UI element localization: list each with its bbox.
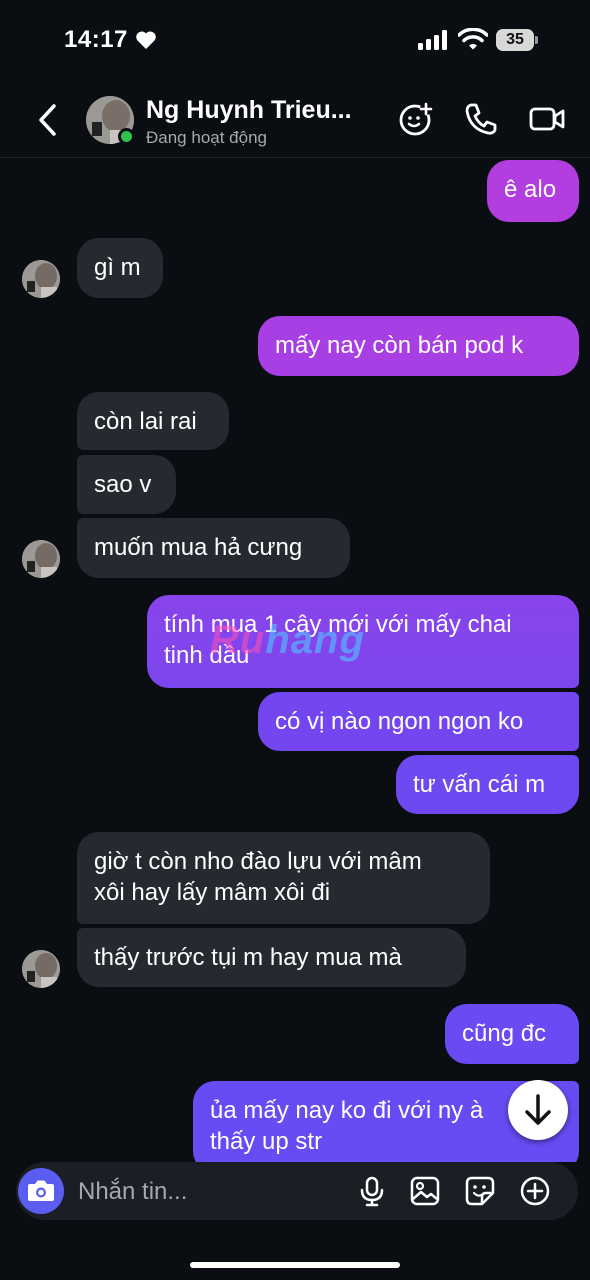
contact-status: Đang hoạt động bbox=[146, 128, 267, 147]
cellular-signal-icon bbox=[418, 30, 447, 50]
sent-message[interactable]: tư vấn cái m bbox=[396, 755, 579, 814]
camera-button[interactable] bbox=[18, 1168, 64, 1214]
watermark-part-2: hang bbox=[265, 618, 365, 662]
received-message[interactable]: còn lai rai bbox=[77, 392, 229, 450]
status-time: 14:17 bbox=[64, 26, 128, 53]
arrow-down-icon bbox=[525, 1094, 551, 1125]
video-camera-icon[interactable] bbox=[528, 100, 566, 138]
watermark-logo: Ruhang bbox=[210, 618, 365, 663]
phone-icon[interactable] bbox=[462, 100, 500, 138]
watermark-part-1: Ru bbox=[210, 618, 266, 662]
plus-icon[interactable] bbox=[519, 1175, 551, 1207]
avatar-effects-icon[interactable] bbox=[396, 100, 434, 138]
chat-header: Ng Huynh Trieu... Đang hoạt động bbox=[0, 82, 590, 158]
image-icon[interactable] bbox=[409, 1175, 441, 1207]
message-line: xôi hay lấy mâm xôi đi bbox=[94, 879, 331, 906]
message-line: giờ t còn nho đào lựu với mâm bbox=[94, 848, 422, 875]
contact-avatar-small[interactable] bbox=[22, 950, 60, 988]
message-list[interactable]: ê alo gì m mấy nay còn bán pod k còn lai… bbox=[0, 158, 590, 1162]
received-message[interactable]: muốn mua hả cưng bbox=[77, 518, 350, 578]
home-indicator bbox=[190, 1262, 400, 1268]
battery-icon: 35 bbox=[496, 29, 538, 51]
message-input[interactable]: Nhắn tin... bbox=[78, 1178, 187, 1206]
contact-avatar-small[interactable] bbox=[22, 260, 60, 298]
received-message[interactable]: sao v bbox=[77, 455, 176, 514]
microphone-icon[interactable] bbox=[356, 1175, 388, 1207]
battery-level: 35 bbox=[496, 29, 534, 51]
sticker-icon[interactable] bbox=[464, 1175, 496, 1207]
received-message[interactable]: thấy trước tụi m hay mua mà bbox=[77, 928, 466, 987]
status-bar: 14:17 35 bbox=[0, 0, 590, 82]
sent-message[interactable]: cũng đc bbox=[445, 1004, 579, 1064]
camera-icon bbox=[28, 1180, 54, 1201]
sent-message[interactable]: có vị nào ngon ngon ko bbox=[258, 692, 579, 751]
sent-message[interactable]: ê alo bbox=[487, 160, 579, 222]
wifi-icon bbox=[458, 28, 488, 50]
message-composer[interactable]: Nhắn tin... bbox=[16, 1162, 578, 1220]
sent-message[interactable]: mấy nay còn bán pod k bbox=[258, 316, 579, 376]
contact-name[interactable]: Ng Huynh Trieu... bbox=[146, 96, 391, 125]
online-indicator bbox=[118, 128, 135, 145]
back-chevron-icon[interactable] bbox=[34, 102, 64, 138]
heart-icon bbox=[136, 31, 156, 49]
scroll-to-bottom-button[interactable] bbox=[508, 1080, 568, 1140]
contact-avatar-small[interactable] bbox=[22, 540, 60, 578]
received-message[interactable]: gì m bbox=[77, 238, 163, 298]
received-message[interactable]: giờ t còn nho đào lựu với mâm xôi hay lấ… bbox=[77, 832, 490, 924]
